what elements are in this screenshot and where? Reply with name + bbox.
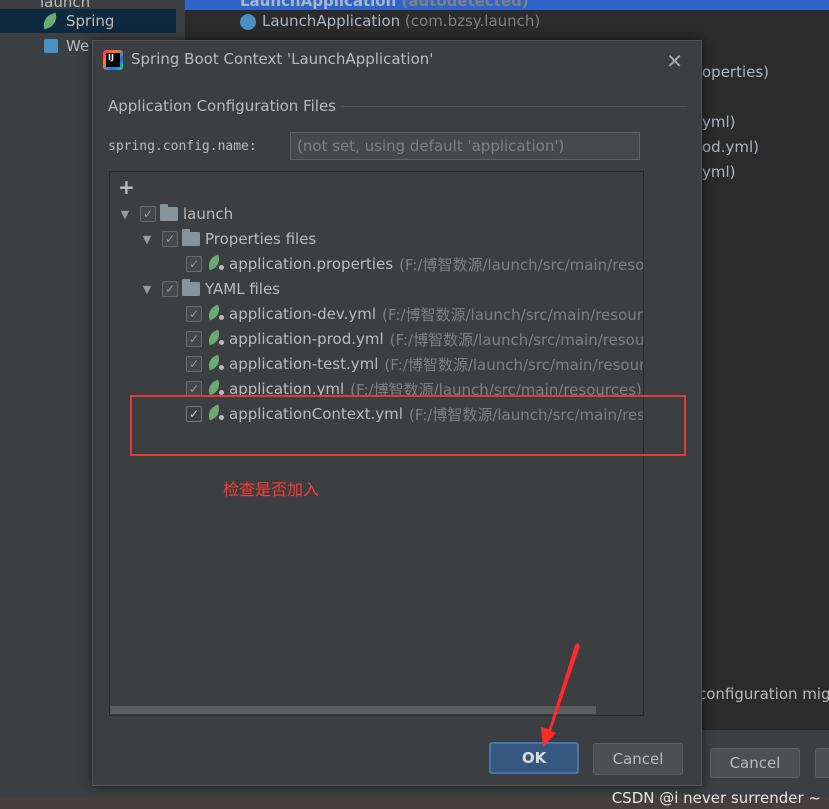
web-module-icon — [44, 39, 58, 53]
checkbox-launch[interactable]: ✓ — [140, 206, 156, 222]
section-divider — [341, 106, 687, 107]
spring-boot-app-icon — [240, 13, 256, 30]
sidebar-item-spring[interactable]: Spring — [0, 9, 176, 33]
ok-button[interactable]: OK — [489, 742, 579, 774]
highlight-box — [130, 395, 686, 456]
tree-root-launch[interactable]: ▼ ✓ launch — [118, 202, 233, 226]
tree-file-application-dev-yml[interactable]: ✓ application-dev.yml (F:/博智数源/launch/sr… — [186, 302, 643, 326]
add-file-button[interactable]: + — [118, 175, 135, 199]
sidebar-item-web[interactable]: We — [0, 34, 89, 58]
intellij-idea-icon: IJ — [103, 50, 123, 70]
chevron-down-icon[interactable]: ▼ — [140, 233, 154, 246]
watermark: CSDN @i never surrender ~ — [611, 789, 821, 807]
spring-config-file-icon — [205, 329, 226, 347]
bg-fragment: od.yml) — [702, 138, 759, 156]
run-config-autodetected: LaunchApplication (autodetected) — [240, 0, 529, 10]
cancel-button[interactable]: Cancel — [593, 743, 683, 775]
bg-fragment: yml) — [702, 163, 736, 181]
folder-icon — [160, 204, 178, 221]
spring-config-file-icon — [205, 354, 226, 372]
bg-cancel-button[interactable]: Cancel — [710, 748, 800, 778]
dialog-titlebar: IJ Spring Boot Context 'LaunchApplicatio… — [93, 41, 701, 81]
tree-group-yaml-files[interactable]: ▼ ✓ YAML files — [140, 277, 280, 301]
spring-config-file-icon — [205, 304, 226, 322]
config-name-label: spring.config.name: — [108, 139, 257, 154]
checkbox-yaml-files[interactable]: ✓ — [162, 281, 178, 297]
dialog-title: Spring Boot Context 'LaunchApplication' — [131, 50, 434, 68]
checkbox-properties-files[interactable]: ✓ — [162, 231, 178, 247]
checkbox-application-properties[interactable]: ✓ — [186, 256, 202, 272]
tree-file-application-properties[interactable]: ✓ application.properties (F:/博智数源/launch… — [186, 252, 643, 276]
folder-icon — [182, 229, 200, 246]
bg-extra-button[interactable] — [815, 748, 829, 778]
annotation-text: 检查是否加入 — [223, 480, 320, 499]
bg-fragment: operties) — [702, 63, 770, 81]
tree-file-application-test-yml[interactable]: ✓ application-test.yml (F:/博智数源/launch/s… — [186, 352, 643, 376]
spring-config-file-icon — [205, 254, 226, 272]
run-config-launch-application[interactable]: LaunchApplication (com.bzsy.launch) — [240, 12, 540, 30]
bg-fragment: yml) — [702, 113, 736, 131]
close-icon[interactable]: ✕ — [666, 49, 683, 73]
chevron-down-icon[interactable]: ▼ — [118, 208, 132, 221]
checkbox-application-prod-yml[interactable]: ✓ — [186, 331, 202, 347]
scrollbar-thumb[interactable] — [110, 706, 596, 714]
bg-fragment: configuration mig — [698, 685, 829, 703]
folder-icon — [182, 279, 200, 296]
horizontal-scrollbar[interactable] — [110, 705, 643, 715]
chevron-down-icon[interactable]: ▼ — [140, 283, 154, 296]
section-title: Application Configuration Files — [108, 97, 336, 115]
tree-group-properties-files[interactable]: ▼ ✓ Properties files — [140, 227, 316, 251]
tree-file-application-prod-yml[interactable]: ✓ application-prod.yml (F:/博智数源/launch/s… — [186, 327, 643, 351]
spring-leaf-icon — [40, 12, 60, 30]
config-name-input[interactable] — [290, 132, 640, 160]
checkbox-application-test-yml[interactable]: ✓ — [186, 356, 202, 372]
checkbox-application-dev-yml[interactable]: ✓ — [186, 306, 202, 322]
